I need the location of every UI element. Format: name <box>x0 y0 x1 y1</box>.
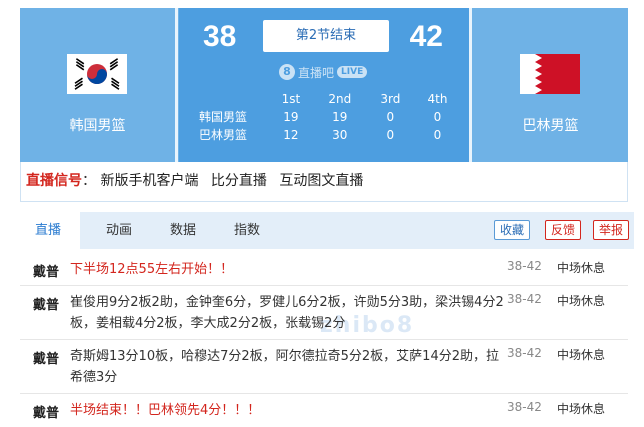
away-score: 42 <box>409 20 443 53</box>
home-team-panel[interactable]: 韩国男篮 <box>20 8 175 162</box>
feed-item: 戴普 崔俊用9分2板2助，金钟奎6分，罗健儿6分2板，许勋5分3助，梁洪锡4分2… <box>20 286 628 340</box>
quarter-score-table: 1st 2nd 3rd 4th 韩国男篮 19 19 0 0 巴林男篮 12 3… <box>199 90 461 144</box>
tab-stats[interactable]: 数据 <box>158 212 208 249</box>
feed-author: 戴普 <box>33 352 60 367</box>
feed-score: 38-42 <box>507 292 542 306</box>
tab-odds[interactable]: 指数 <box>222 212 272 249</box>
feed-score: 38-42 <box>507 346 542 360</box>
quarter-header: 2nd <box>328 92 352 106</box>
feed-message: 奇斯姆13分10板，哈穆达7分2板，阿尔德拉奇5分2板，艾萨14分2助，拉希德3… <box>70 349 499 385</box>
header-divider-left <box>175 8 178 162</box>
away-team-name[interactable]: 巴林男篮 <box>473 115 628 135</box>
live-badge: LIVE <box>337 66 368 78</box>
feed-score: 38-42 <box>507 400 542 414</box>
live-signal-bar: 直播信号： 新版手机客户端 比分直播 互动图文直播 <box>20 162 628 202</box>
report-button[interactable]: 举报 <box>593 220 630 240</box>
header-divider-right <box>469 8 472 162</box>
feed-item: 戴普 奇斯姆13分10板，哈穆达7分2板，阿尔德拉奇5分2板，艾萨14分2助，拉… <box>20 340 628 394</box>
quarter-header: 1st <box>281 92 301 106</box>
tab-animation[interactable]: 动画 <box>94 212 144 249</box>
scoreboard: 38 第2节结束 42 8 直播吧 LIVE 1st 2nd 3rd 4th 韩… <box>179 8 469 162</box>
quarter-team-name: 韩国男篮 <box>199 110 248 124</box>
feed-author: 戴普 <box>33 406 60 421</box>
korea-flag-icon <box>67 54 127 94</box>
feed-message: 半场结束！！巴林领先4分！！！ <box>70 403 261 418</box>
quarter-score: 12 <box>283 128 299 142</box>
quarter-score: 19 <box>283 110 299 124</box>
quarter-row-away: 巴林男篮 12 30 0 0 <box>199 126 461 144</box>
quarter-score: 30 <box>332 128 348 142</box>
signal-separator: ： <box>82 173 96 189</box>
quarter-header: 3rd <box>380 92 401 106</box>
feedback-button[interactable]: 反馈 <box>545 220 582 240</box>
quarter-header-row: 1st 2nd 3rd 4th <box>199 90 461 108</box>
feed-author: 戴普 <box>33 265 60 280</box>
feed-score: 38-42 <box>507 259 542 273</box>
quarter-score: 0 <box>386 128 395 142</box>
bahrain-flag-icon <box>520 54 580 94</box>
quarter-score: 0 <box>386 110 395 124</box>
feed-quarter: 中场休息 <box>557 261 606 275</box>
away-team-panel[interactable]: 巴林男篮 <box>473 8 628 162</box>
quarter-header-blank <box>199 90 269 108</box>
home-score: 38 <box>203 20 237 53</box>
brand-text: 直播吧 <box>298 65 335 80</box>
quarter-team-name: 巴林男篮 <box>199 128 248 142</box>
quarter-row-home: 韩国男篮 19 19 0 0 <box>199 108 461 126</box>
brand-logo: 8 直播吧 LIVE <box>279 62 383 82</box>
tab-bar: 直播 动画 数据 指数 收藏 反馈 举报 <box>16 212 634 249</box>
signal-link-score-live[interactable]: 比分直播 <box>211 173 267 189</box>
feed-author: 戴普 <box>33 298 60 313</box>
feed-message: 崔俊用9分2板2助，金钟奎6分，罗健儿6分2板，许勋5分3助，梁洪锡4分2板，姜… <box>70 295 504 331</box>
feed-item: 戴普 下半场12点55左右开始！！ 38-42 中场休息 <box>20 253 628 286</box>
tab-live[interactable]: 直播 <box>16 212 80 249</box>
favorite-button[interactable]: 收藏 <box>494 220 531 240</box>
signal-link-text-live[interactable]: 互动图文直播 <box>279 173 363 189</box>
score-header: 韩国男篮 38 第2节结束 42 8 直播吧 LIVE 1st 2nd 3rd … <box>20 8 628 162</box>
match-status: 第2节结束 <box>263 20 389 52</box>
feed-quarter: 中场休息 <box>557 348 606 362</box>
quarter-score: 19 <box>332 110 348 124</box>
feed-quarter: 中场休息 <box>557 294 606 308</box>
live-feed[interactable]: zhibo8 戴普 下半场12点55左右开始！！ 38-42 中场休息 戴普 崔… <box>20 253 628 427</box>
feed-message: 下半场12点55左右开始！！ <box>70 262 234 277</box>
quarter-score: 0 <box>433 110 442 124</box>
signal-link-mobile-app[interactable]: 新版手机客户端 <box>100 173 198 189</box>
signal-label: 直播信号 <box>26 173 82 189</box>
home-team-name[interactable]: 韩国男篮 <box>20 115 175 135</box>
feed-item: 戴普 半场结束！！巴林领先4分！！！ 38-42 中场休息 <box>20 394 628 427</box>
quarter-score: 0 <box>433 128 442 142</box>
brand-number-icon: 8 <box>279 64 295 80</box>
quarter-header: 4th <box>427 92 448 106</box>
feed-quarter: 中场休息 <box>557 402 606 416</box>
